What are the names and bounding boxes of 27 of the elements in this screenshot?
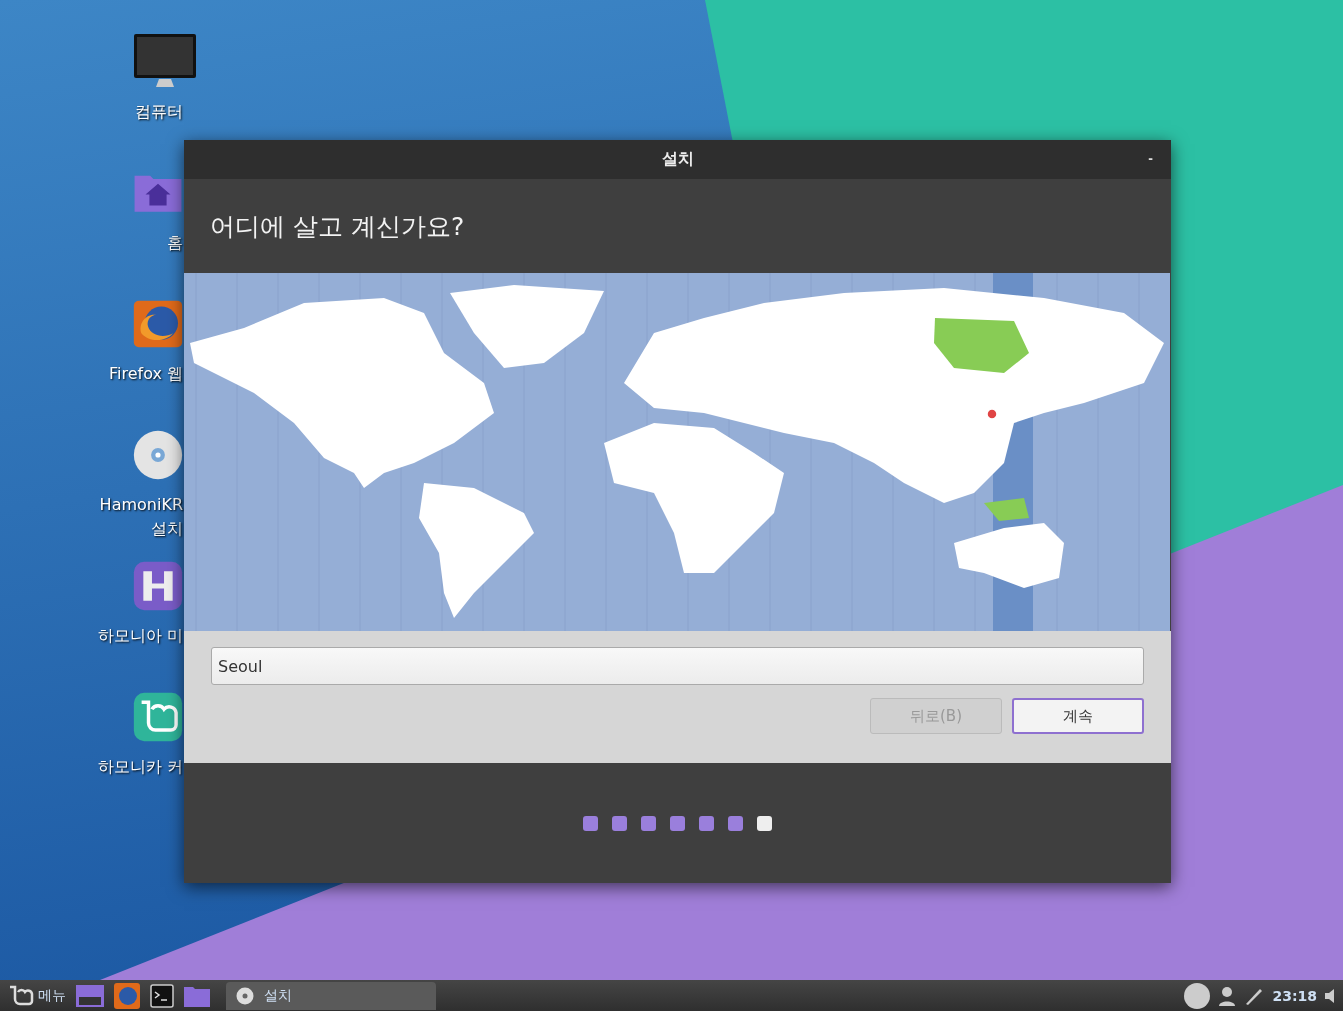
files-launcher[interactable]	[184, 984, 210, 1007]
speaker-icon[interactable]	[1325, 988, 1335, 1003]
desktop-icon-label[interactable]: Firefox 웹	[108, 362, 183, 386]
desktop-icon-label[interactable]: 홈	[167, 231, 183, 255]
status-circle-icon[interactable]	[1184, 982, 1211, 1009]
window-icon	[76, 984, 104, 1007]
terminal-icon	[150, 983, 174, 1008]
minimize-button[interactable]: -	[1144, 150, 1157, 166]
browser-launcher[interactable]	[114, 982, 140, 1009]
folder-icon	[184, 984, 210, 1007]
desktop-launcher[interactable]	[76, 984, 104, 1007]
window-title: 설치	[661, 149, 694, 170]
page-heading: 어디에 살고 계신가요?	[210, 210, 465, 243]
globe-icon	[114, 982, 140, 1009]
location-field[interactable]: Seoul	[211, 647, 1144, 685]
user-icon[interactable]	[1218, 985, 1237, 1006]
taskbar-task[interactable]: 설치	[226, 981, 436, 1010]
continue-button[interactable]: 계속	[1012, 698, 1144, 734]
desktop-icon-label[interactable]: 하모니아 미	[97, 624, 183, 648]
desktop-icon-label[interactable]: 컴퓨터	[135, 100, 183, 124]
terminal-launcher[interactable]	[150, 983, 174, 1008]
menu-button[interactable]: 메뉴	[8, 983, 66, 1008]
clock[interactable]: 23:18	[1272, 987, 1317, 1004]
disc-icon	[236, 986, 254, 1005]
desktop-icon-label[interactable]: HamoniKR 설치	[99, 493, 183, 541]
desktop-icon-label[interactable]: 하모니카 커	[97, 755, 183, 779]
app-logo-icon	[8, 983, 34, 1008]
